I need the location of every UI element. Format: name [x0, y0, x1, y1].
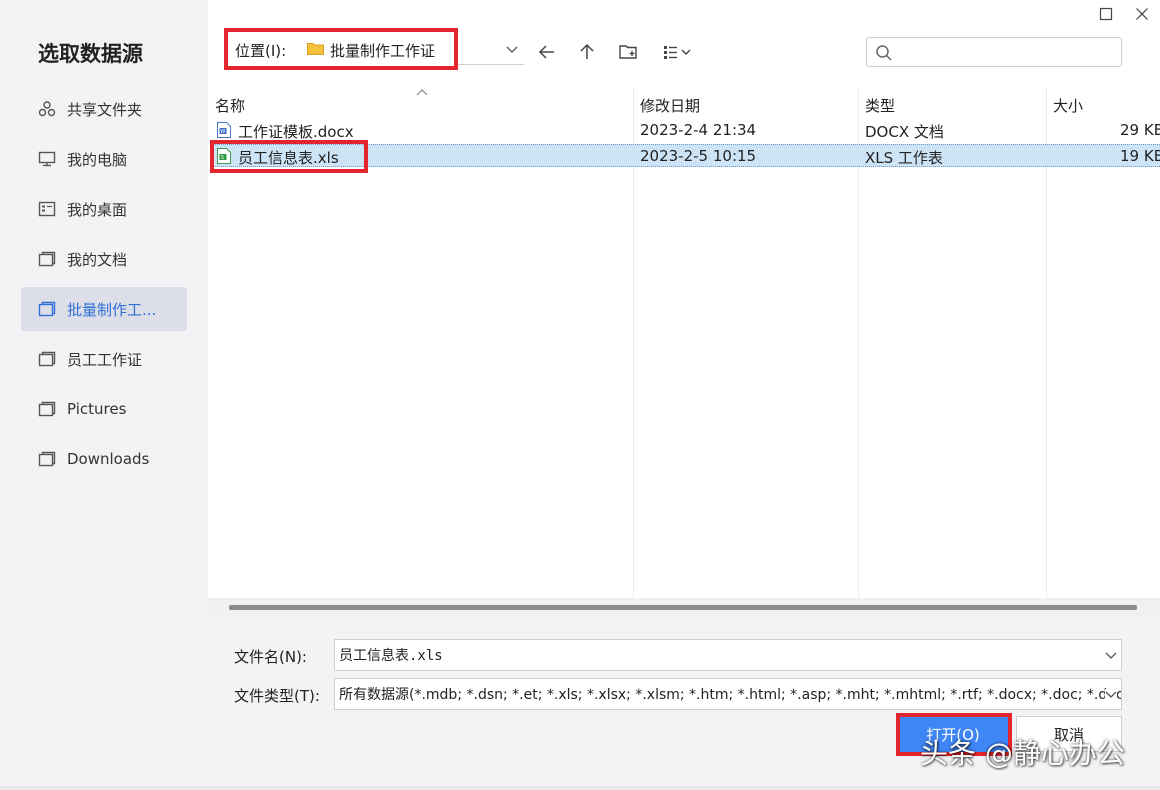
file-date: 2023-2-4 21:34 [640, 121, 757, 139]
column-header-name[interactable]: 名称 [215, 95, 245, 116]
chevron-down-icon[interactable] [506, 44, 518, 54]
sidebar-item-label: 批量制作工... [67, 300, 157, 319]
file-size: 19 KB [1120, 147, 1160, 165]
sidebar-item-my-desktop[interactable]: 我的桌面 [21, 187, 187, 231]
sidebar-item-employee-badge[interactable]: 员工工作证 [21, 337, 187, 381]
location-bar[interactable]: 位置(I): 批量制作工作证 [224, 28, 524, 70]
scrollbar-thumb[interactable] [229, 605, 1137, 610]
folder-icon [38, 450, 56, 468]
search-icon [876, 45, 892, 61]
list-view-icon [664, 46, 691, 59]
folder-icon [38, 300, 56, 318]
watermark: 头条 @静心办公 [920, 737, 1125, 770]
folder-icon [38, 400, 56, 418]
close-icon [1136, 8, 1148, 20]
sidebar-item-label: Pictures [67, 400, 127, 418]
filename-label: 文件名(N): [234, 648, 307, 666]
filename-field[interactable]: 员工信息表.xls [334, 639, 1122, 671]
filename-value: 员工信息表.xls [339, 648, 443, 664]
column-header-date[interactable]: 修改日期 [640, 95, 700, 116]
sidebar: 选取数据源 共享文件夹 我的电脑 我的桌面 我的文档 批量制作工... 员工工作… [0, 0, 208, 790]
chevron-down-icon[interactable] [1105, 650, 1117, 660]
folder-icon [38, 250, 56, 268]
sidebar-item-pictures[interactable]: Pictures [21, 387, 187, 431]
monitor-icon [38, 150, 56, 168]
filetype-value: 所有数据源(*.mdb; *.dsn; *.et; *.xls; *.xlsx;… [339, 687, 1122, 703]
horizontal-scrollbar[interactable] [208, 598, 1160, 616]
sidebar-item-my-documents[interactable]: 我的文档 [21, 237, 187, 281]
column-header-type[interactable]: 类型 [865, 95, 895, 116]
sidebar-item-label: 我的电脑 [67, 150, 128, 169]
file-type: XLS 工作表 [865, 149, 943, 167]
file-row[interactable]: W 工作证模板.docx 2023-2-4 21:34 DOCX 文档 29 K… [210, 119, 1160, 142]
file-date: 2023-2-5 10:15 [640, 147, 757, 165]
file-name: 工作证模板.docx [238, 123, 354, 141]
close-button[interactable] [1131, 4, 1153, 24]
docx-file-icon: W [217, 122, 231, 138]
view-mode-button[interactable] [660, 40, 698, 64]
dialog-title: 选取数据源 [38, 42, 143, 66]
sidebar-item-label: Downloads [67, 450, 150, 468]
svg-text:W: W [220, 129, 225, 135]
sidebar-item-label: 员工工作证 [67, 350, 143, 369]
back-button[interactable] [535, 40, 559, 64]
folder-icon [38, 350, 56, 368]
sidebar-item-label: 我的桌面 [67, 200, 128, 219]
search-input[interactable] [899, 42, 1114, 62]
chevron-down-icon[interactable] [1105, 689, 1117, 699]
file-type: DOCX 文档 [865, 123, 944, 141]
file-size: 29 KB [1120, 121, 1160, 139]
arrow-left-icon [538, 45, 554, 59]
maximize-button[interactable] [1095, 4, 1117, 24]
dialog-bottom-edge [0, 786, 1160, 790]
desktop-icon [38, 200, 56, 218]
sidebar-item-shared[interactable]: 共享文件夹 [21, 87, 187, 131]
new-folder-button[interactable] [616, 40, 640, 64]
location-highlight-box [224, 28, 458, 70]
new-folder-icon [619, 45, 637, 59]
up-button[interactable] [575, 40, 599, 64]
column-header-size[interactable]: 大小 [1053, 95, 1083, 116]
sidebar-item-downloads[interactable]: Downloads [21, 437, 187, 481]
filetype-label: 文件类型(T): [234, 687, 320, 705]
sort-ascending-icon [416, 89, 428, 96]
selected-file-highlight-box [210, 140, 368, 173]
maximize-icon [1099, 7, 1113, 21]
location-divider [456, 64, 524, 65]
sidebar-item-label: 共享文件夹 [67, 100, 143, 119]
sidebar-item-my-computer[interactable]: 我的电脑 [21, 137, 187, 181]
share-icon [38, 100, 56, 118]
search-box[interactable] [866, 37, 1122, 67]
sidebar-item-batch-folder[interactable]: 批量制作工... [21, 287, 187, 331]
filetype-select[interactable]: 所有数据源(*.mdb; *.dsn; *.et; *.xls; *.xlsx;… [334, 678, 1122, 710]
sidebar-item-label: 我的文档 [67, 250, 128, 269]
arrow-up-icon [580, 43, 594, 59]
